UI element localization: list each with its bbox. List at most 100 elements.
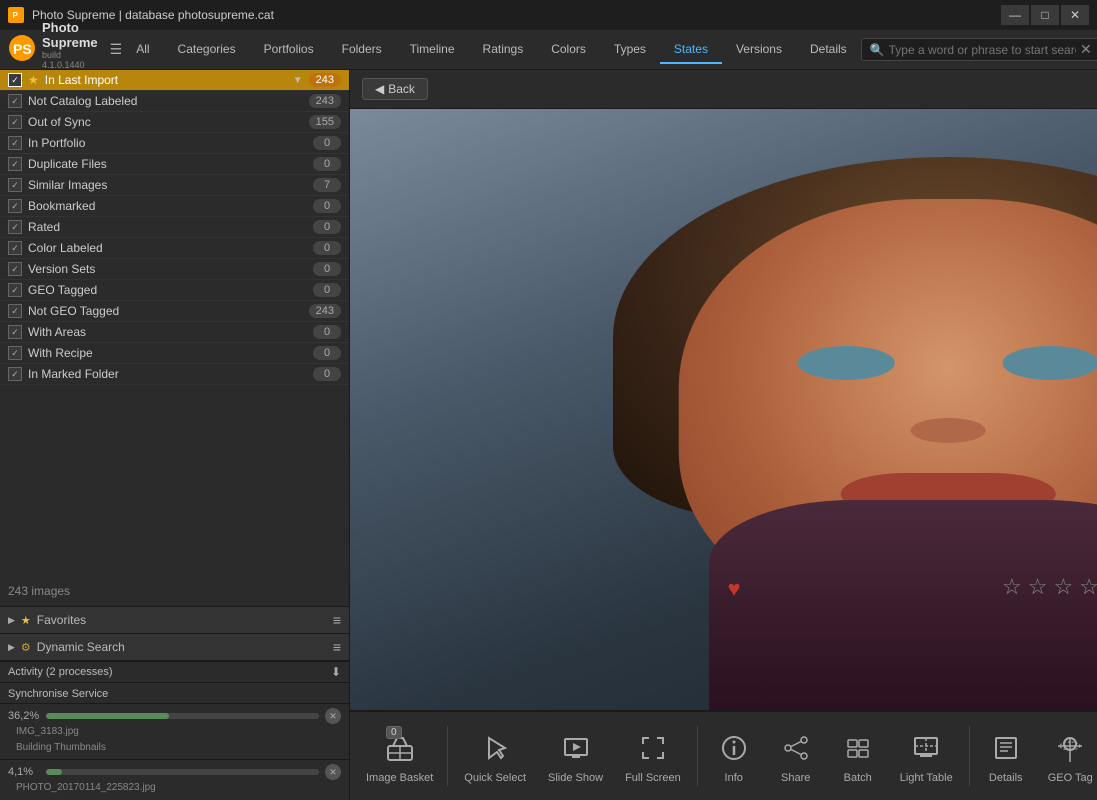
state-item-duplicate-files[interactable]: ✓ Duplicate Files 0 (0, 154, 349, 175)
check-icon: ✓ (8, 367, 22, 381)
tab-colors[interactable]: Colors (537, 36, 600, 64)
geo-tag-button[interactable]: GEO Tag (1038, 722, 1097, 790)
star-4-button[interactable]: ☆ (1077, 572, 1097, 602)
state-label: Duplicate Files (28, 157, 307, 171)
tab-categories[interactable]: Categories (164, 36, 250, 64)
state-item-color-labeled[interactable]: ✓ Color Labeled 0 (0, 238, 349, 259)
check-icon: ✓ (8, 241, 22, 255)
panel-menu-icon[interactable]: ≡ (333, 612, 341, 628)
slide-show-button[interactable]: Slide Show (538, 722, 613, 790)
check-icon: ✓ (8, 73, 22, 87)
hamburger-menu[interactable]: ☰ (110, 36, 123, 64)
check-icon: ✓ (8, 304, 22, 318)
panel-menu-icon[interactable]: ≡ (333, 639, 341, 655)
tab-portfolios[interactable]: Portfolios (250, 36, 328, 64)
panels-section: ▶ ★ Favorites ≡ ▶ ⚙ Dynamic Search ≡ (0, 606, 349, 661)
tab-timeline[interactable]: Timeline (396, 36, 469, 64)
close-button[interactable]: ✕ (1061, 5, 1089, 25)
state-item-similar-images[interactable]: ✓ Similar Images 7 (0, 175, 349, 196)
download-icon[interactable]: ⬇ (331, 665, 341, 679)
dynamic-search-panel[interactable]: ▶ ⚙ Dynamic Search ≡ (0, 634, 349, 661)
back-label: Back (388, 82, 415, 96)
check-icon: ✓ (8, 346, 22, 360)
content-area: ◀ Back ♥ (350, 70, 1097, 800)
search-icon: 🔍 (870, 43, 885, 57)
state-item-not-geo-tagged[interactable]: ✓ Not GEO Tagged 243 (0, 301, 349, 322)
state-item-in-last-import[interactable]: ✓ ★ In Last Import ▼ 243 (0, 70, 349, 91)
check-icon: ✓ (8, 220, 22, 234)
favorites-label: Favorites (37, 613, 327, 627)
heart-overlay: ♥ (718, 573, 750, 605)
check-icon: ✓ (8, 115, 22, 129)
state-item-rated[interactable]: ✓ Rated 0 (0, 217, 349, 238)
count-badge: 0 (313, 220, 341, 234)
main-area: ✓ ★ In Last Import ▼ 243 ✓ Not Catalog L… (0, 70, 1097, 800)
search-input[interactable] (889, 43, 1076, 57)
full-screen-label: Full Screen (625, 772, 681, 784)
image-count: 243 images (0, 576, 349, 606)
back-button[interactable]: ◀ Back (362, 78, 428, 100)
count-badge: 155 (309, 115, 341, 129)
search-clear-icon[interactable]: ✕ (1080, 41, 1092, 58)
state-item-in-portfolio[interactable]: ✓ In Portfolio 0 (0, 133, 349, 154)
state-item-version-sets[interactable]: ✓ Version Sets 0 (0, 259, 349, 280)
state-item-with-recipe[interactable]: ✓ With Recipe 0 (0, 343, 349, 364)
info-button[interactable]: Info (704, 722, 764, 790)
progress-track-2 (46, 769, 319, 775)
count-badge: 0 (313, 367, 341, 381)
state-item-out-of-sync[interactable]: ✓ Out of Sync 155 (0, 112, 349, 133)
count-badge: 0 (313, 283, 341, 297)
progress-close-1[interactable]: ✕ (325, 708, 341, 724)
tab-folders[interactable]: Folders (328, 36, 396, 64)
progress-fill-2 (46, 769, 62, 775)
tab-ratings[interactable]: Ratings (469, 36, 538, 64)
app-icon: P (8, 7, 24, 23)
count-badge: 243 (309, 73, 341, 87)
state-item-bookmarked[interactable]: ✓ Bookmarked 0 (0, 196, 349, 217)
dynamic-search-label: Dynamic Search (37, 640, 327, 654)
state-label: Bookmarked (28, 199, 307, 213)
image-basket-button[interactable]: 0 Image Basket (358, 722, 441, 790)
full-screen-button[interactable]: Full Screen (615, 722, 691, 790)
state-label: With Recipe (28, 346, 307, 360)
state-item-with-areas[interactable]: ✓ With Areas 0 (0, 322, 349, 343)
quick-select-icon (475, 728, 515, 768)
details-icon (986, 728, 1026, 768)
sync-bar: Synchronise Service (0, 682, 349, 703)
minimize-button[interactable]: — (1001, 5, 1029, 25)
share-button[interactable]: Share (766, 722, 826, 790)
progress-section-2: 4,1% ✕ PHOTO_20170114_225823.jpg (0, 759, 349, 800)
svg-text:PS: PS (13, 41, 32, 57)
activity-bar: Activity (2 processes) ⬇ (0, 661, 349, 682)
quick-select-button[interactable]: Quick Select (454, 722, 536, 790)
progress-close-2[interactable]: ✕ (325, 764, 341, 780)
details-label: Details (989, 772, 1023, 784)
favorites-panel[interactable]: ▶ ★ Favorites ≡ (0, 607, 349, 634)
heart-button[interactable]: ♥ (718, 573, 750, 605)
favorites-star-icon: ★ (21, 614, 31, 627)
light-table-button[interactable]: Light Table (890, 722, 963, 790)
tab-all[interactable]: All (122, 36, 163, 64)
tab-types[interactable]: Types (600, 36, 660, 64)
share-label: Share (781, 772, 810, 784)
slide-show-icon (556, 728, 596, 768)
maximize-button[interactable]: □ (1031, 5, 1059, 25)
star-2-button[interactable]: ☆ (1026, 572, 1050, 602)
back-arrow-icon: ◀ (375, 82, 384, 96)
nav-tabs: All Categories Portfolios Folders Timeli… (122, 36, 860, 64)
star-3-button[interactable]: ☆ (1051, 572, 1075, 602)
state-item-not-catalog-labeled[interactable]: ✓ Not Catalog Labeled 243 (0, 91, 349, 112)
tab-states[interactable]: States (660, 36, 722, 64)
check-icon: ✓ (8, 262, 22, 276)
tab-details[interactable]: Details (796, 36, 861, 64)
state-item-geo-tagged[interactable]: ✓ GEO Tagged 0 (0, 280, 349, 301)
window-controls: — □ ✕ (1001, 5, 1089, 25)
count-badge: 0 (313, 157, 341, 171)
state-item-in-marked-folder[interactable]: ✓ In Marked Folder 0 (0, 364, 349, 385)
tab-versions[interactable]: Versions (722, 36, 796, 64)
details-button[interactable]: Details (976, 722, 1036, 790)
expand-icon: ▶ (8, 615, 15, 626)
dynamic-icon: ⚙ (21, 641, 31, 654)
star-1-button[interactable]: ☆ (1000, 572, 1024, 602)
batch-button[interactable]: Batch (828, 722, 888, 790)
